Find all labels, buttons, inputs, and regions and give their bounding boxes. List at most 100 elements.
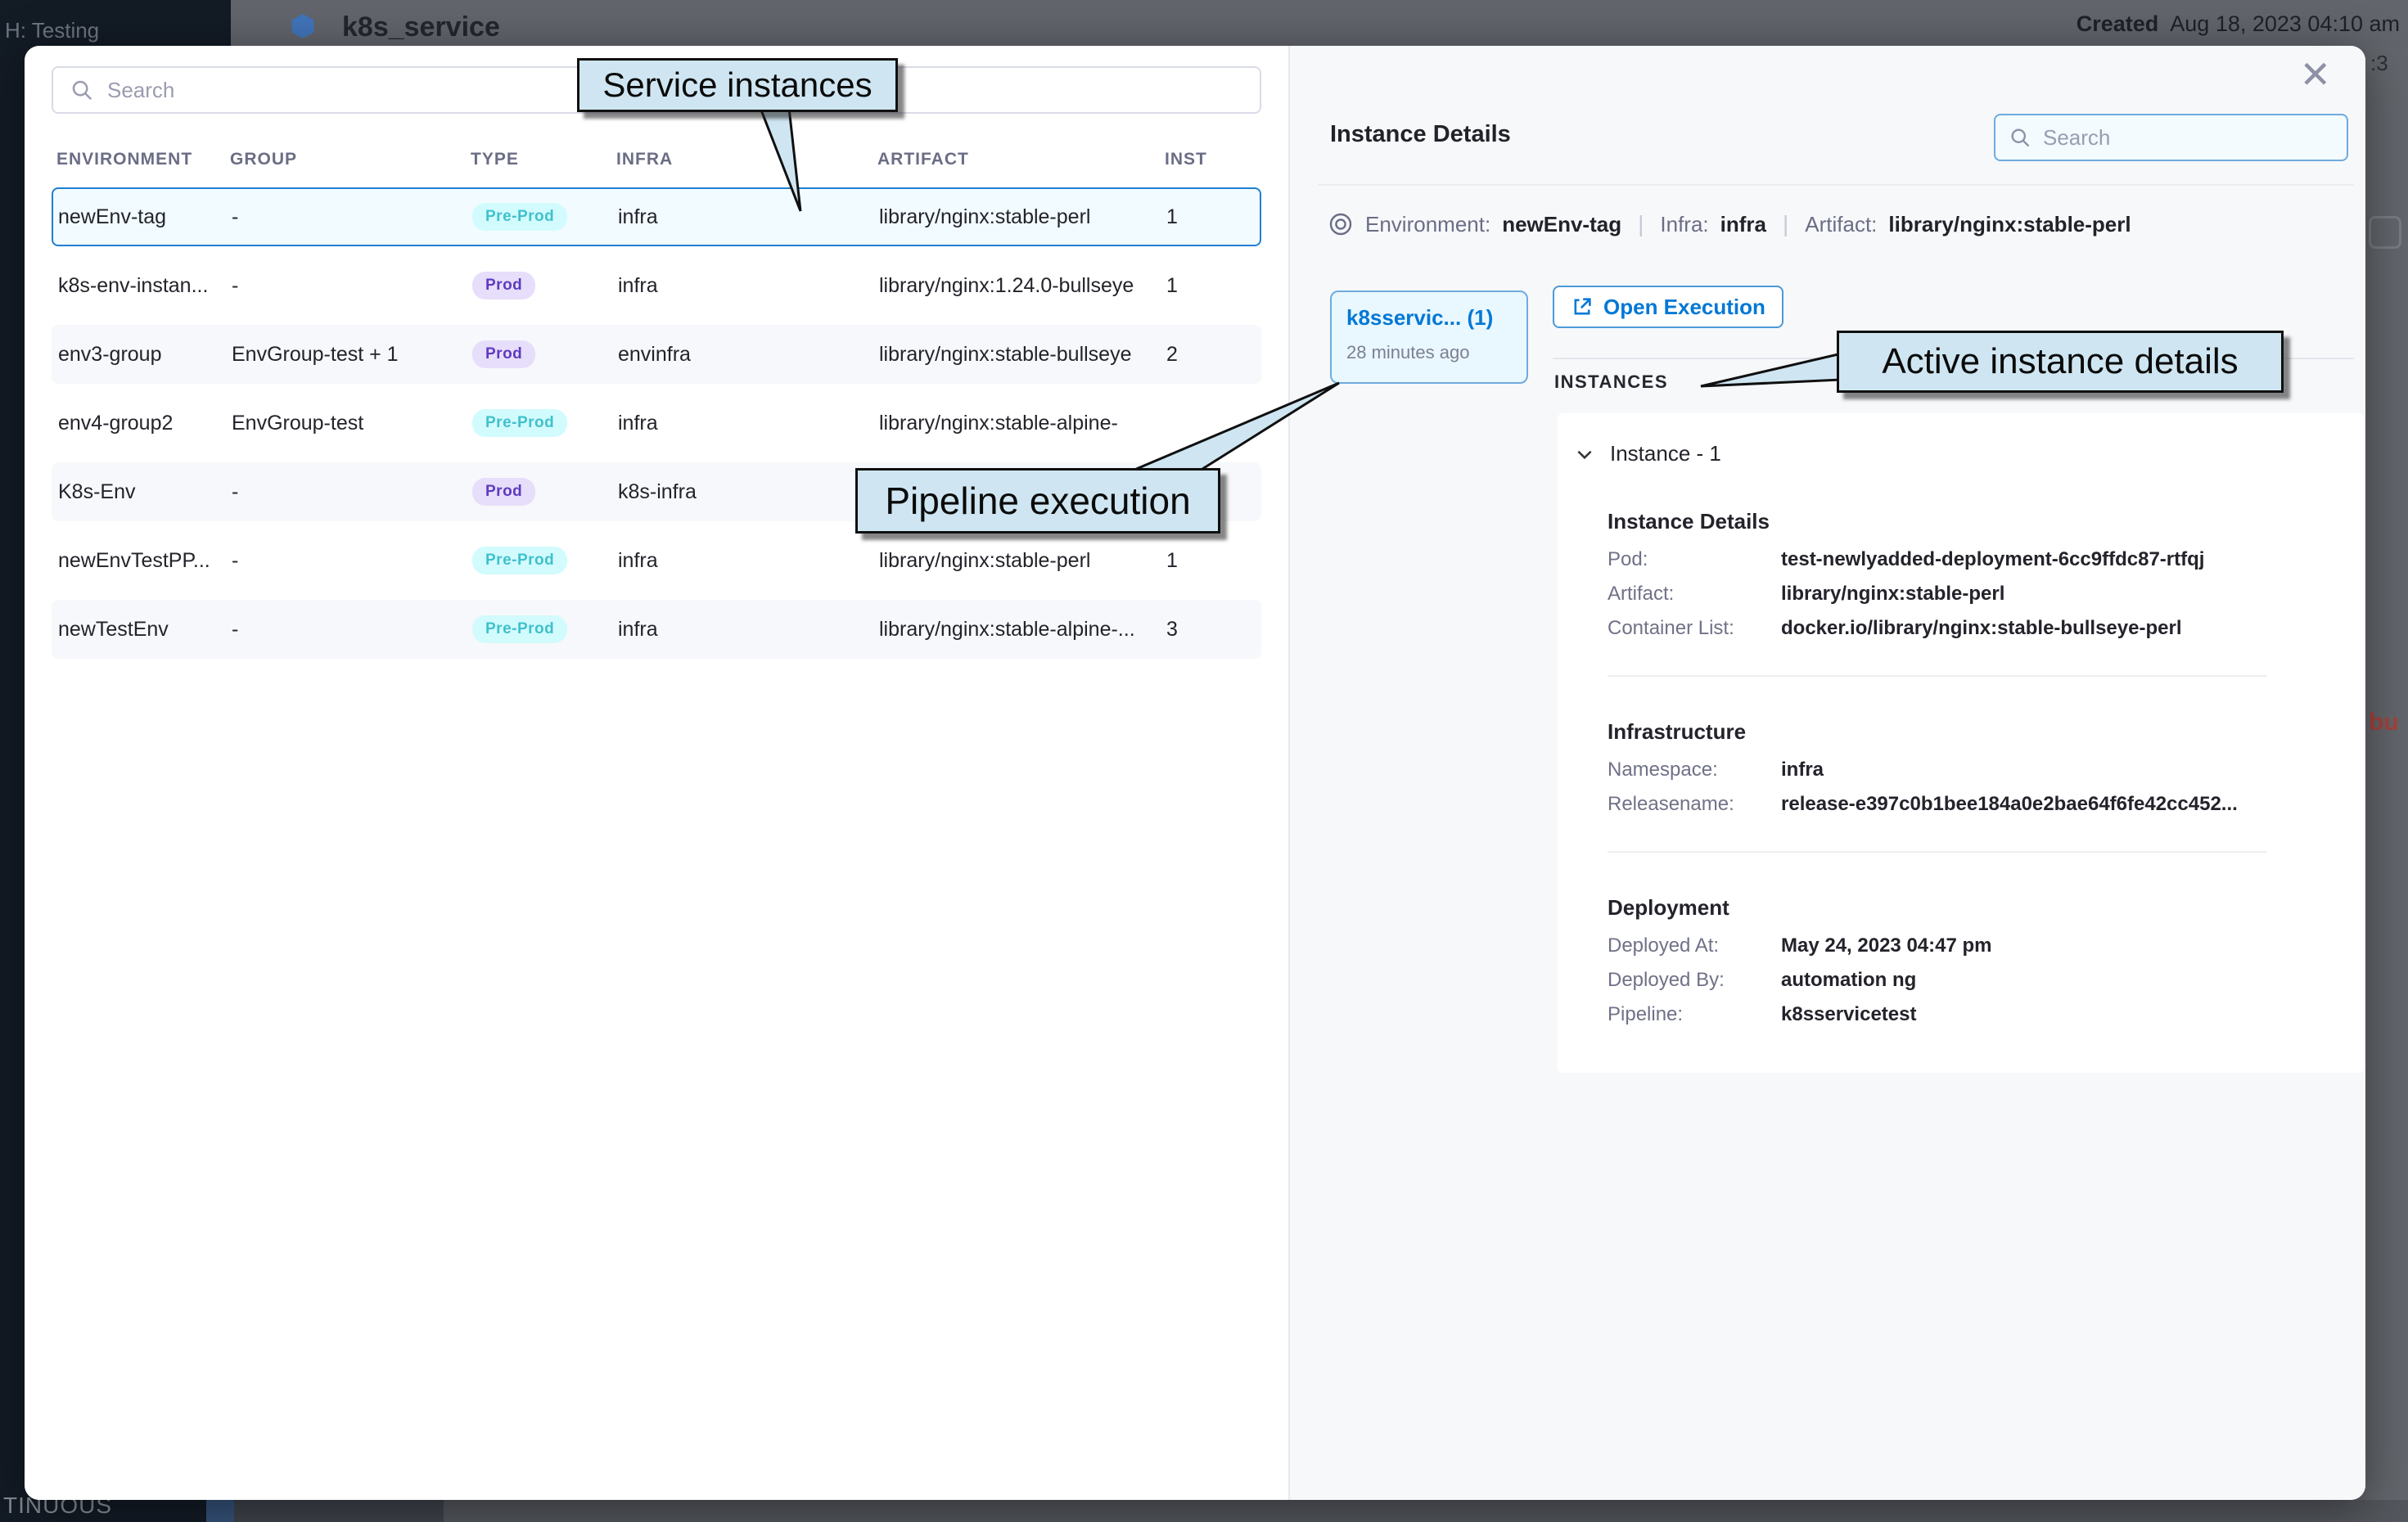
row-inst: 1: [1166, 274, 1255, 298]
row-infra: infra: [618, 549, 879, 573]
instance-summary-line: Environment: newEnv-tag | Infra: infra |…: [1328, 211, 2131, 237]
table-row[interactable]: newEnvTestPP... - Pre-Prod infra library…: [52, 531, 1261, 590]
row-type: Prod: [472, 272, 618, 299]
detail-row: Deployed At: May 24, 2023 04:47 pm: [1608, 929, 2364, 963]
artifact-value: library/nginx:stable-perl: [1888, 212, 2131, 237]
type-badge: Pre-Prod: [472, 615, 567, 643]
row-artifact: library/nginx:stable-bullseye: [879, 343, 1166, 367]
environment-icon: [1328, 211, 1354, 237]
section-divider: [1608, 851, 2267, 853]
detail-value: infra: [1781, 759, 1824, 781]
column-header: ARTIFACT: [877, 150, 1165, 169]
instance-accordion-label: Instance - 1: [1610, 441, 1721, 466]
infra-value: infra: [1720, 212, 1766, 237]
table-row[interactable]: newEnv-tag - Pre-Prod infra library/ngin…: [52, 187, 1261, 246]
instance-details-title: Instance Details: [1330, 121, 1511, 148]
column-header: ENVIRONMENT: [56, 150, 230, 169]
background-square-outline: [2369, 216, 2401, 249]
row-artifact: library/nginx:stable-alpine-...: [879, 618, 1166, 642]
row-infra: infra: [618, 412, 879, 435]
row-environment: env4-group2: [58, 412, 232, 435]
row-type: Prod: [472, 478, 618, 506]
header-divider: [1318, 184, 2354, 186]
row-infra: infra: [618, 205, 879, 229]
infra-label: Infra:: [1660, 212, 1708, 237]
table-row[interactable]: env4-group2 EnvGroup-test Pre-Prod infra…: [52, 394, 1261, 453]
type-badge: Prod: [472, 272, 535, 299]
instances-list-pane: ENVIRONMENTGROUPTYPEINFRAARTIFACTINST ne…: [25, 46, 1288, 1500]
type-badge: Pre-Prod: [472, 547, 567, 574]
close-icon[interactable]: ✕: [2299, 52, 2331, 97]
background-right-strip: :3 bu: [2365, 46, 2408, 1500]
detail-label: Pipeline:: [1608, 1003, 1781, 1026]
pipeline-execution-card[interactable]: k8sservic... (1) 28 minutes ago: [1330, 290, 1528, 384]
callout-active-instance-details: Active instance details: [1837, 331, 2284, 393]
row-type: Prod: [472, 340, 618, 368]
detail-row: Container List: docker.io/library/nginx:…: [1608, 611, 2364, 646]
table-row[interactable]: k8s-env-instan... - Prod infra library/n…: [52, 256, 1261, 315]
row-type: Pre-Prod: [472, 547, 618, 574]
table-header-row: ENVIRONMENTGROUPTYPEINFRAARTIFACTINST: [52, 150, 1261, 169]
detail-label: Deployed By:: [1608, 969, 1781, 992]
column-header: INST: [1165, 150, 1256, 169]
row-group: -: [232, 274, 472, 298]
details-search-input[interactable]: [2043, 125, 2334, 151]
row-environment: k8s-env-instan...: [58, 274, 232, 298]
row-inst: 3: [1166, 618, 1255, 642]
detail-row: Releasename: release-e397c0b1bee184a0e2b…: [1608, 787, 2364, 822]
table-row[interactable]: newTestEnv - Pre-Prod infra library/ngin…: [52, 600, 1261, 659]
service-cube-icon: [288, 11, 318, 41]
instances-section-label: INSTANCES: [1554, 371, 1668, 393]
detail-label: Deployed At:: [1608, 934, 1781, 957]
row-infra: envinfra: [618, 343, 879, 367]
row-group: EnvGroup-test + 1: [232, 343, 472, 367]
environment-label: Environment:: [1365, 212, 1490, 237]
detail-section: Instance Details Pod: test-newlyadded-de…: [1558, 509, 2364, 646]
background-bottom-strip: [231, 1500, 2408, 1522]
external-link-icon: [1571, 295, 1594, 318]
details-search-box: [1994, 114, 2348, 161]
detail-label: Container List:: [1608, 617, 1781, 640]
callout-pipeline-execution: Pipeline execution: [855, 468, 1220, 534]
type-badge: Pre-Prod: [472, 203, 567, 231]
background-bottom-accent: [206, 1500, 234, 1522]
execution-name: k8sservic... (1): [1346, 305, 1512, 331]
search-icon: [2009, 126, 2031, 149]
background-topbar: k8s_service CreatedAug 18, 2023 04:10 am: [231, 0, 2408, 46]
type-badge: Pre-Prod: [472, 409, 567, 437]
chevron-down-icon: [1574, 444, 1595, 465]
type-badge: Prod: [472, 340, 535, 368]
detail-value: May 24, 2023 04:47 pm: [1781, 934, 1992, 957]
row-type: Pre-Prod: [472, 203, 618, 231]
open-execution-button[interactable]: Open Execution: [1553, 286, 1783, 328]
callout-service-instances: Service instances: [577, 58, 898, 112]
row-type: Pre-Prod: [472, 409, 618, 437]
section-heading: Infrastructure: [1608, 719, 2364, 745]
row-environment: newEnvTestPP...: [58, 549, 232, 573]
detail-value: docker.io/library/nginx:stable-bullseye-…: [1781, 617, 2181, 640]
column-header: TYPE: [471, 150, 616, 169]
row-environment: K8s-Env: [58, 480, 232, 504]
row-infra: infra: [618, 618, 879, 642]
row-environment: env3-group: [58, 343, 232, 367]
row-group: -: [232, 205, 472, 229]
environment-value: newEnv-tag: [1502, 212, 1621, 237]
section-heading: Deployment: [1608, 895, 2364, 921]
detail-label: Releasename:: [1608, 793, 1781, 816]
detail-section: Deployment Deployed At: May 24, 2023 04:…: [1558, 851, 2364, 1032]
instance-detail-sections: Instance Details Pod: test-newlyadded-de…: [1558, 509, 2364, 1032]
column-header: INFRA: [616, 150, 877, 169]
row-artifact: library/nginx:1.24.0-bullseye: [879, 274, 1166, 298]
background-bottom-strip-dark: [231, 1500, 444, 1522]
instance-table-body: newEnv-tag - Pre-Prod infra library/ngin…: [52, 187, 1261, 659]
instance-detail-panel: Instance - 1 Instance Details Pod: test-…: [1558, 413, 2364, 1073]
instance-accordion-toggle[interactable]: Instance - 1: [1574, 441, 2364, 466]
table-row[interactable]: env3-group EnvGroup-test + 1 Prod envinf…: [52, 325, 1261, 384]
row-environment: newEnv-tag: [58, 205, 232, 229]
row-group: -: [232, 549, 472, 573]
search-icon: [70, 78, 94, 102]
section-heading: Instance Details: [1608, 509, 2364, 534]
section-divider: [1608, 675, 2267, 677]
detail-row: Artifact: library/nginx:stable-perl: [1608, 577, 2364, 611]
detail-row: Namespace: infra: [1608, 753, 2364, 787]
